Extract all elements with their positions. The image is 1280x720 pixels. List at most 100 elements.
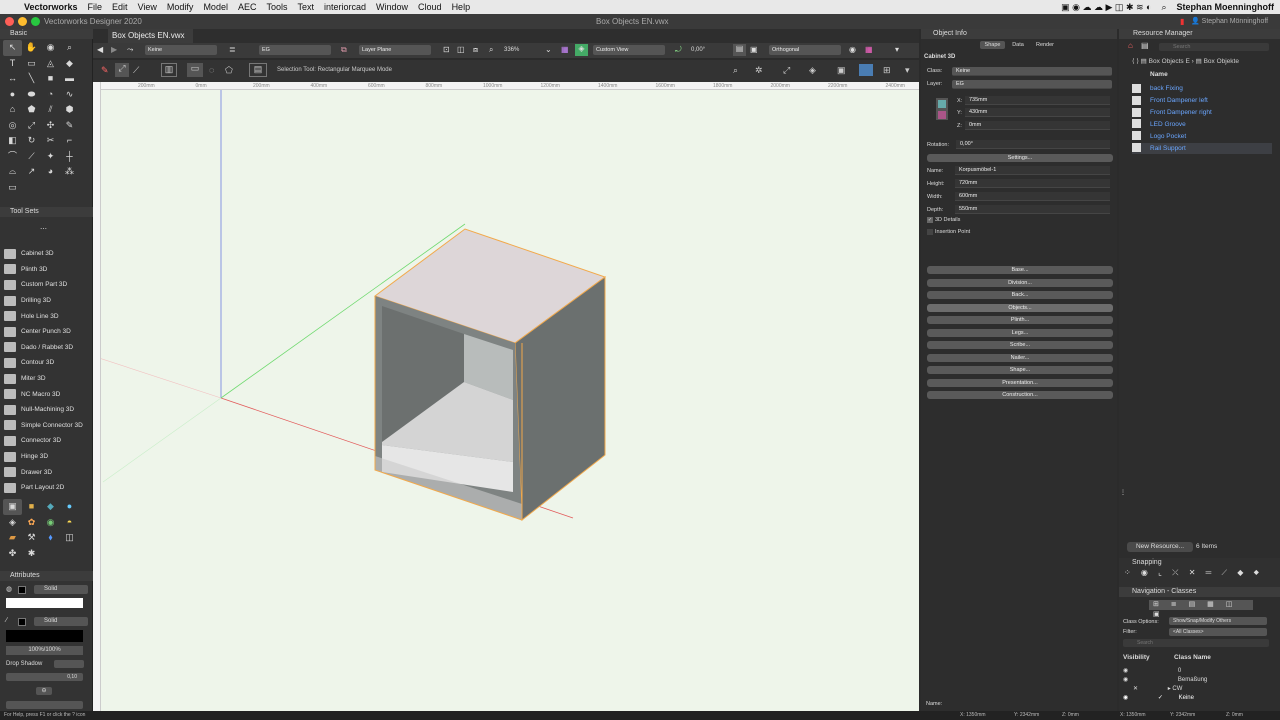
plan-rotation-field[interactable]: 0,00° [691,47,705,53]
y-field[interactable]: 430mm [965,108,1110,117]
flip-icon[interactable]: ▣ [750,45,758,54]
menu-window[interactable]: Window [376,2,408,12]
cabinet-option-button[interactable]: Presentation... [927,378,1113,387]
class-row-2[interactable]: ✕ ▸ CW [1123,685,1182,692]
z-field[interactable]: 0mm [965,121,1110,130]
misc-set-icon[interactable]: ◫ [60,530,79,546]
furniture-set-icon[interactable]: ▰ [3,530,22,546]
resource-breadcrumb[interactable]: ⟨ ⟩ ▤ Box Objects E › ▤ Box Objekte [1132,57,1239,65]
fit-objects-icon[interactable]: ◫ [457,45,465,54]
resource-item[interactable]: back Fixing [1132,83,1272,94]
polyline-tool-icon[interactable]: ⌂ [3,102,22,118]
layer-plane-select[interactable]: Layer Plane [359,45,431,55]
selection-options-icon[interactable]: ▤ [249,63,267,77]
zoom-icon[interactable]: ⌕ [489,45,493,55]
detail-set-icon[interactable]: ✤ [3,546,22,562]
locus-tool-icon[interactable]: ▭ [3,180,22,196]
sphere-set-icon[interactable]: ● [60,499,79,515]
transform-mode-icon[interactable]: ⟋ [133,65,139,76]
snap-buttons[interactable]: ⁘ ◉ ⌞ ⤫ ✕ ═ ⟋ ◆ ⬥ [1124,568,1263,578]
resource-item[interactable]: Front Dampener left [1132,95,1272,106]
lasso-mode-icon[interactable]: ◌ [209,65,214,75]
arc-tool-icon[interactable]: ◔ [41,87,60,103]
close-window-icon[interactable] [5,17,14,26]
tool-set-item[interactable]: Miter 3D [4,371,90,387]
tool-set-item[interactable]: Dado / Rabbet 3D [4,340,90,356]
navigation-tabs[interactable]: ⊞ ≣ ▤ ▦ ◫ ▣ [1149,600,1253,618]
selection-tool-icon[interactable]: ↖ [3,40,22,56]
pen-color-swatch[interactable] [18,618,26,626]
name-field[interactable]: Korpusmöbel-1 [955,166,1110,175]
drill-set-icon[interactable]: ◈ [3,515,22,531]
view-mode-icon[interactable]: ◈ [575,44,588,56]
cabinet-option-button[interactable]: Scribe... [927,341,1113,349]
menu-file[interactable]: File [88,2,103,12]
opacity-field[interactable]: 100%/100% [6,646,83,655]
spiral-tool-icon[interactable]: ◎ [3,118,22,134]
rectangular-marquee-mode-icon[interactable]: ▥ [161,63,177,77]
dimension-tool-icon[interactable]: ↔ [3,71,22,87]
menu-interiorcad[interactable]: interiorcad [324,2,366,12]
pen-style-select[interactable]: Solid [34,617,88,626]
tool-set-item[interactable]: Cabinet 3D [4,246,90,262]
zoom-tool-icon[interactable]: ⌕ [60,40,79,56]
fit-icon[interactable]: ⊡ [443,45,450,54]
double-line-tool-icon[interactable]: ⫽ [41,102,60,118]
zoom-dropdown-icon[interactable]: ⌄ [545,45,552,54]
cabinet-option-button[interactable]: Plinth... [927,316,1113,324]
rotate-plan-icon[interactable]: ⤾ [675,45,682,55]
filter-select[interactable]: <All Classes> [1169,628,1267,636]
menu-text[interactable]: Text [297,2,314,12]
arrow-settings-icon[interactable]: ⊖ [36,687,52,695]
working-plane-icon[interactable]: ⧉ [341,45,347,55]
disable-interactive-scaling-icon[interactable]: ✎ [101,65,109,76]
tab-data[interactable]: Data [1007,41,1029,49]
menubar-user[interactable]: Stephan Moenninghoff [1177,2,1274,12]
resource-item[interactable]: Front Dampener right [1132,107,1272,118]
cabinet-option-button[interactable]: Back... [927,291,1113,299]
oval-tool-icon[interactable]: ⬬ [22,87,41,103]
connect-tool-icon[interactable]: ⌐ [60,133,79,149]
line-weight-field[interactable]: 0,10 [6,673,83,681]
class-row-1[interactable]: ◉ Bemaßung [1123,676,1207,683]
rect-mode-icon[interactable]: ▭ [187,63,203,77]
rotate-tool-icon[interactable]: ↻ [22,133,41,149]
zoom-window-icon[interactable] [31,17,40,26]
tool-set-item[interactable]: Custom Part 3D [4,277,90,293]
menu-modify[interactable]: Modify [167,2,194,12]
visibility-tool-icon[interactable]: ⁂ [60,164,79,180]
active-class-select[interactable]: Keine [145,45,217,55]
cabinet-option-button[interactable]: Division... [927,278,1113,287]
snap-icon[interactable]: ⤢ [783,65,790,76]
pan-tool-icon[interactable]: ✋ [22,40,41,56]
grid-icon[interactable]: ▤ [733,44,746,56]
tool-set-item[interactable]: Part Layout 2D [4,480,90,496]
minimize-window-icon[interactable] [18,17,27,26]
tool-set-item[interactable]: Hole Line 3D [4,308,90,324]
height-field[interactable]: 720mm [955,179,1110,188]
width-field[interactable]: 600mm [955,192,1110,201]
fill-color-swatch[interactable] [18,586,26,594]
layer-select[interactable]: EG [952,80,1112,89]
rotate-view-tool-icon[interactable]: ◬ [41,56,60,72]
regular-polygon-tool-icon[interactable]: ⬢ [60,102,79,118]
insertion-checkbox[interactable] [927,229,933,235]
tool-set-item[interactable]: Simple Connector 3D [4,418,90,434]
view-select[interactable]: Custom View [593,45,665,55]
crop-icon[interactable]: ⊞ [883,65,891,76]
fill-style-select[interactable]: Solid [34,585,88,594]
tool-set-item[interactable]: Drilling 3D [4,293,90,309]
new-resource-button[interactable]: New Resource... [1127,542,1193,552]
forward-icon[interactable]: ▶ [111,45,117,54]
menu-help[interactable]: Help [452,2,471,12]
text-tool-icon[interactable]: T [3,56,22,72]
menu-edit[interactable]: Edit [112,2,128,12]
render-set-icon[interactable]: ✿ [22,515,41,531]
layer-icon[interactable]: ▣ [837,65,846,76]
resource-search-input[interactable]: Search [1159,43,1269,51]
class-search-input[interactable]: Search [1123,639,1269,647]
circle-tool-icon[interactable]: ● [3,87,22,103]
dropdown-icon[interactable]: ▾ [895,45,899,54]
spotlight-icon[interactable]: ⌕ [1161,2,1166,13]
rotation-field[interactable]: 0,00° [956,140,1110,149]
